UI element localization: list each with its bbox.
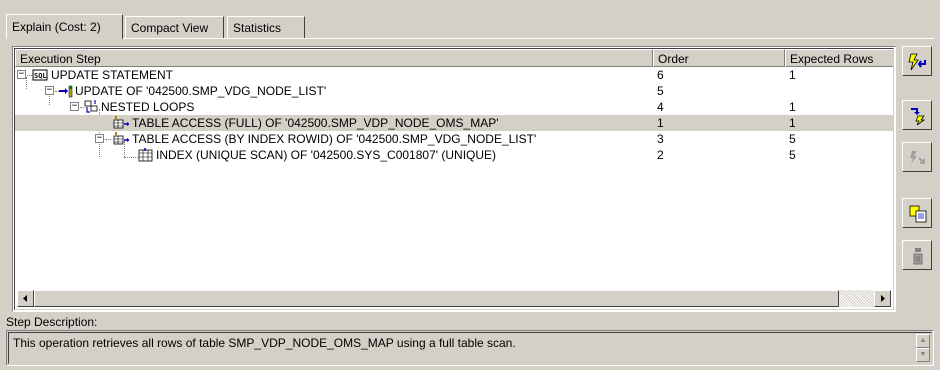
table-access-icon xyxy=(113,116,129,129)
collapse-toggle[interactable]: − xyxy=(45,86,54,95)
expected-rows-cell: 1 xyxy=(789,100,796,114)
nested-loops-icon xyxy=(84,100,98,113)
table-row[interactable]: INDEX (UNIQUE SCAN) OF '042500.SYS_C0018… xyxy=(15,147,893,163)
run-explain-button[interactable] xyxy=(902,46,932,76)
order-cell: 6 xyxy=(657,68,664,82)
step-description-text: This operation retrieves all rows of tab… xyxy=(13,336,516,350)
order-cell: 3 xyxy=(657,132,664,146)
step-label: UPDATE OF '042500.SMP_VDG_NODE_LIST' xyxy=(75,84,327,98)
disabled-step-icon xyxy=(910,151,925,164)
tab-statistics[interactable]: Statistics xyxy=(227,16,305,38)
arrow-left-icon xyxy=(23,295,27,302)
scroll-thumb[interactable] xyxy=(34,290,839,307)
order-cell: 2 xyxy=(657,148,664,162)
step-label: INDEX (UNIQUE SCAN) OF '042500.SYS_C0018… xyxy=(156,148,497,162)
index-icon xyxy=(138,148,153,162)
step-next-button[interactable] xyxy=(902,100,932,130)
step-arrow-icon xyxy=(911,108,926,126)
collapse-toggle[interactable]: − xyxy=(70,102,79,111)
expected-rows-cell: 1 xyxy=(789,68,796,82)
step-description-box[interactable]: This operation retrieves all rows of tab… xyxy=(6,330,934,366)
tab-explain[interactable]: Explain (Cost: 2) xyxy=(6,14,123,39)
info-button[interactable] xyxy=(902,240,932,270)
copy-icon xyxy=(909,205,927,223)
grid-header: Execution Step Order Expected Rows xyxy=(15,49,893,67)
scroll-up-button[interactable]: ▲ xyxy=(916,334,930,348)
table-row[interactable]: − SQL UPDATE STATEMENT 6 1 xyxy=(15,67,893,83)
description-scrollbar[interactable]: ▲ ▼ xyxy=(916,334,930,362)
order-cell: 4 xyxy=(657,100,664,114)
collapse-toggle[interactable]: − xyxy=(17,70,26,79)
column-header-order[interactable]: Order xyxy=(653,49,785,67)
expected-rows-cell: 5 xyxy=(789,132,796,146)
table-access-icon xyxy=(113,132,129,145)
expected-rows-cell: 5 xyxy=(789,148,796,162)
svg-text:SQL: SQL xyxy=(34,72,47,80)
scroll-down-button[interactable]: ▼ xyxy=(916,348,930,362)
sql-statement-icon: SQL xyxy=(32,69,48,81)
step-label: TABLE ACCESS (FULL) OF '042500.SMP_VDP_N… xyxy=(132,116,499,130)
table-row[interactable]: TABLE ACCESS (FULL) OF '042500.SMP_VDP_N… xyxy=(15,115,893,131)
step-label: TABLE ACCESS (BY INDEX ROWID) OF '042500… xyxy=(132,132,537,146)
lightning-arrow-icon xyxy=(908,53,926,71)
order-cell: 5 xyxy=(657,84,664,98)
order-cell: 1 xyxy=(657,116,664,130)
tab-divider xyxy=(6,38,934,39)
step-description-label: Step Description: xyxy=(6,315,98,329)
expected-rows-cell: 1 xyxy=(789,116,796,130)
horizontal-scrollbar[interactable] xyxy=(17,290,891,307)
scroll-left-button[interactable] xyxy=(17,290,34,307)
copy-button[interactable] xyxy=(902,198,932,228)
tab-compact-view[interactable]: Compact View xyxy=(125,16,224,38)
execution-plan-grid[interactable]: Execution Step Order Expected Rows − SQL… xyxy=(12,46,896,312)
arrow-right-icon xyxy=(881,295,885,302)
collapse-toggle[interactable]: − xyxy=(95,134,104,143)
table-row[interactable]: − UPDATE OF '042500.SMP_VDG_NODE_LIST' 5 xyxy=(15,83,893,99)
table-row[interactable]: − TABLE ACCESS (BY INDEX ROWID) OF '0425… xyxy=(15,131,893,147)
column-header-expected-rows[interactable]: Expected Rows xyxy=(785,49,893,67)
table-row[interactable]: − NESTED LOOPS 4 1 xyxy=(15,99,893,115)
scroll-right-button[interactable] xyxy=(874,290,891,307)
step-label: NESTED LOOPS xyxy=(101,100,195,114)
column-header-execution-step[interactable]: Execution Step xyxy=(15,49,653,67)
step-label: UPDATE STATEMENT xyxy=(51,68,174,82)
scroll-track[interactable] xyxy=(34,290,874,307)
info-icon xyxy=(913,248,923,265)
update-icon xyxy=(59,85,73,98)
step-prev-button[interactable] xyxy=(902,142,932,172)
tree-line xyxy=(105,139,111,140)
